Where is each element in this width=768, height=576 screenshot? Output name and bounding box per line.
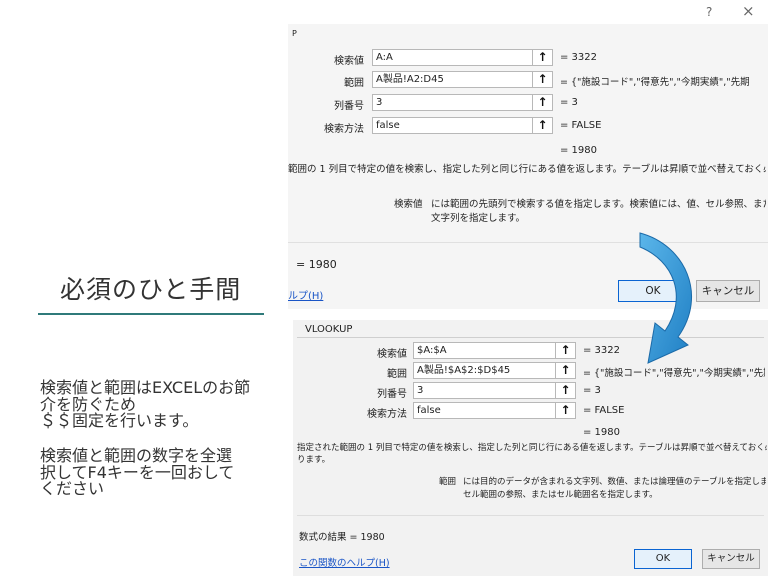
range-lookup-input[interactable]: false (372, 117, 534, 134)
arg-help-line-1: には目的のデータが含まれる文字列、数値、または論理値のテーブルを指定します。 (463, 477, 766, 487)
para2-line-3: ください (40, 479, 105, 498)
lookup-value-input[interactable]: $A:$A (413, 342, 557, 359)
slide-title: 必須のひと手間 (60, 275, 242, 304)
function-description-line-1: 指定された範囲の 1 列目で特定の値を検索し、指定した列と同じ行にある値を返しま… (297, 443, 767, 453)
formula-result: 数式の結果 = 1980 (299, 532, 385, 543)
collapse-icon[interactable]: ↑ (532, 94, 553, 111)
range-input[interactable]: A製品!A2:D45 (372, 71, 534, 88)
collapse-icon[interactable]: ↑ (555, 382, 576, 399)
collapse-icon[interactable]: ↑ (532, 71, 553, 88)
arg-result: = 3 (583, 385, 601, 396)
function-name-fragment: P (292, 29, 297, 38)
arg-help-line-2: セル範囲の参照、またはセル範囲名を指定します。 (463, 490, 658, 500)
arg-result: = {"施設コード","得意先","今期実績","先期 (560, 77, 750, 88)
arg-label-match: 検索方法 (367, 409, 407, 420)
close-icon[interactable]: × (742, 2, 755, 20)
help-icon[interactable]: ? (706, 5, 712, 19)
arg-result: = 3322 (560, 52, 598, 63)
slide-paragraph-1: 検索値と範囲はEXCELのお節 介を防ぐため ＄＄固定を行います。 (40, 379, 280, 430)
curved-arrow-icon (639, 232, 693, 364)
collapse-icon[interactable]: ↑ (532, 117, 553, 134)
collapse-icon[interactable]: ↑ (532, 49, 553, 66)
arg-result: = 3 (560, 97, 578, 108)
ok-button[interactable]: OK (634, 549, 692, 569)
column-index-input[interactable]: 3 (372, 94, 534, 111)
para1-line-3: ＄＄固定を行います。 (40, 411, 199, 430)
arg-help-name: 検索値 (394, 199, 423, 210)
arg-label-lookup: 検索値 (334, 56, 364, 67)
slide-paragraph-2: 検索値と範囲の数字を全選 択してF4キーを一回おして ください (40, 447, 280, 498)
collapse-icon[interactable]: ↑ (555, 402, 576, 419)
arg-label-match: 検索方法 (324, 124, 364, 135)
formula-result: = 1980 (296, 258, 337, 271)
arg-label-range: 範囲 (344, 78, 364, 89)
title-underline (38, 313, 264, 315)
arg-label-lookup: 検索値 (377, 349, 407, 360)
cancel-button[interactable]: キャンセル (702, 549, 760, 569)
help-link[interactable]: この関数のヘルプ(H) (299, 555, 390, 569)
range-lookup-input[interactable]: false (413, 402, 557, 419)
arg-help-name: 範囲 (439, 477, 457, 487)
arg-label-column: 列番号 (377, 389, 407, 400)
dialog-top-titlebar: ? × (288, 0, 768, 24)
column-index-input[interactable]: 3 (413, 382, 557, 399)
collapse-icon[interactable]: ↑ (555, 362, 576, 379)
collapse-icon[interactable]: ↑ (555, 342, 576, 359)
arg-help-line-1: には範囲の先頭列で検索する値を指定します。検索値には、値、セル参照、または (431, 199, 766, 210)
arg-help-line-2: 文字列を指定します。 (431, 213, 526, 224)
arg-result: = FALSE (583, 405, 625, 416)
help-link[interactable]: ルプ(H) (288, 287, 323, 302)
arg-label-range: 範囲 (387, 369, 407, 380)
function-description: 範囲の 1 列目で特定の値を検索し、指定した列と同じ行にある値を返します。テーブ… (288, 164, 766, 175)
arg-result: = FALSE (560, 120, 602, 131)
range-input[interactable]: A製品!$A$2:$D$45 (413, 362, 557, 379)
function-name: VLOOKUP (305, 324, 353, 335)
lookup-value-input[interactable]: A:A (372, 49, 534, 66)
function-description-line-2: ります。 (297, 455, 331, 465)
divider (297, 515, 764, 516)
function-total: = 1980 (560, 145, 598, 156)
function-total: = 1980 (583, 427, 621, 438)
arg-label-column: 列番号 (334, 101, 364, 112)
